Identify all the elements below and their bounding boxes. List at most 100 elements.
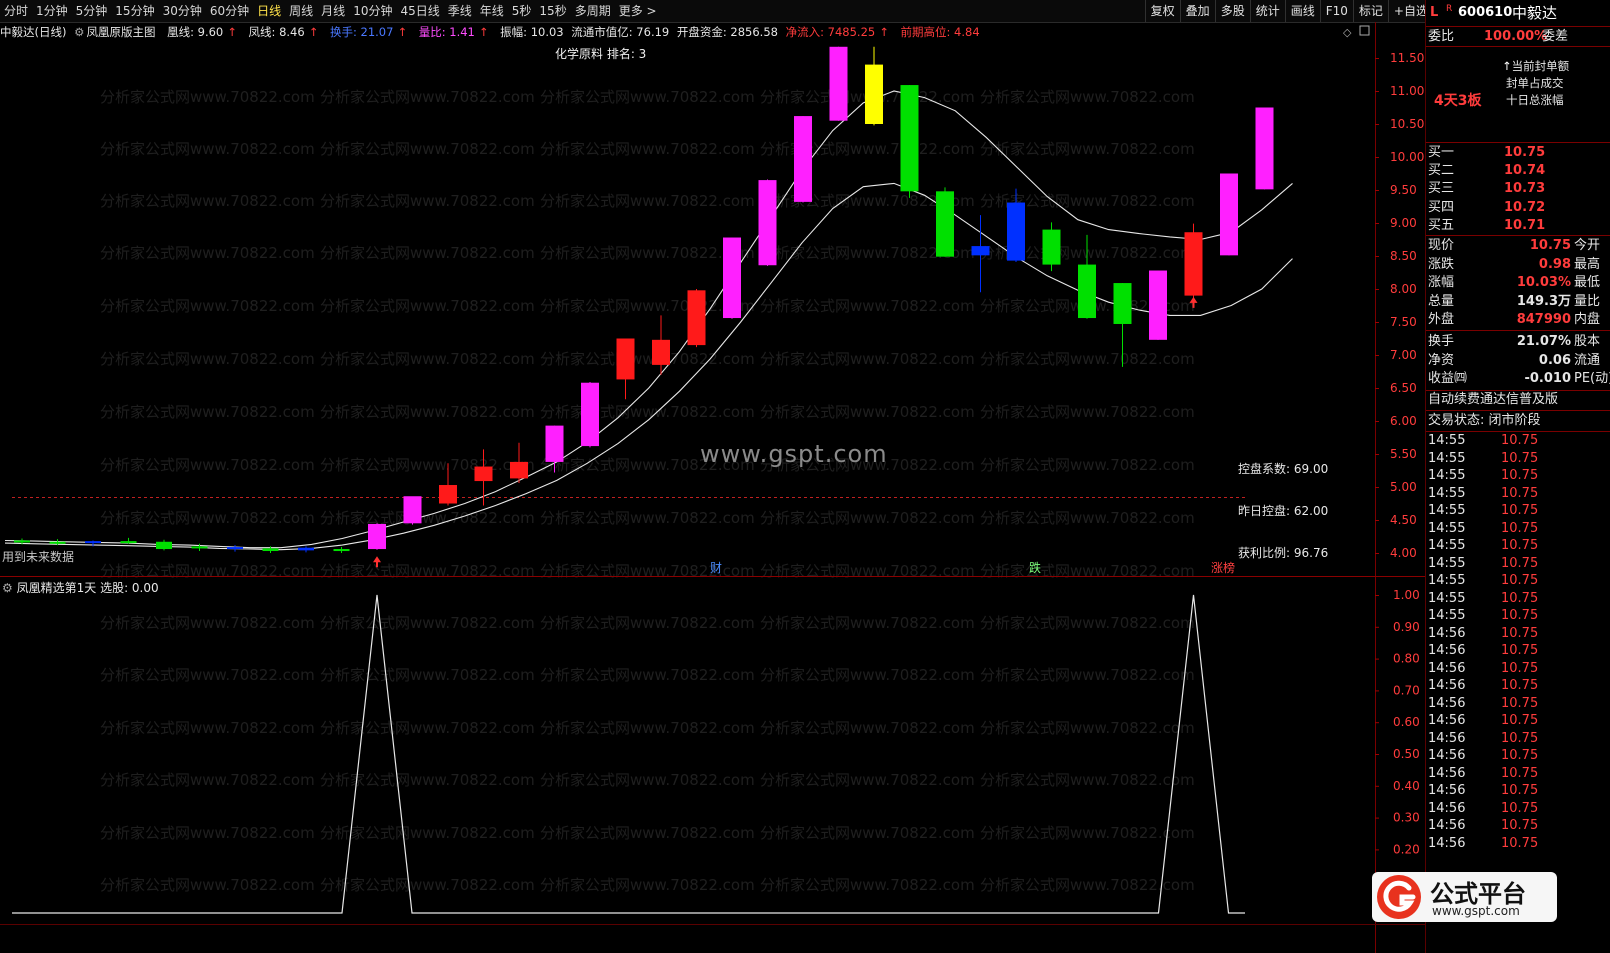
tick-price: 10.75: [1501, 748, 1539, 763]
tick-row: 14:55 10.75: [1426, 485, 1610, 502]
axis-tick: [1375, 322, 1379, 323]
tick-time: 14:55: [1428, 433, 1466, 448]
signal-up-arrow-icon: [1189, 296, 1198, 308]
quote-label: 外盘: [1428, 312, 1455, 328]
marker-die: 跌: [1029, 560, 1041, 575]
tick-row: 14:55 10.75: [1426, 467, 1610, 484]
candle-body: [1149, 270, 1167, 340]
axis-tick: [1375, 157, 1379, 158]
tick-time: 14:55: [1428, 503, 1466, 518]
price-axis-label: 10.00: [1390, 150, 1424, 164]
buy-label: 买四: [1428, 199, 1455, 215]
axis-tick: [1375, 91, 1379, 92]
quote-label: 现价: [1428, 238, 1455, 253]
tick-row: 14:56 10.75: [1426, 695, 1610, 712]
future-data-note: 用到未来数据: [2, 550, 75, 564]
axis-tick: [1375, 595, 1379, 596]
candle-body: [474, 466, 493, 482]
tick-time: 14:55: [1428, 608, 1466, 623]
seal-note-2: 封单占成交: [1506, 76, 1564, 90]
axis-tick: [1375, 421, 1379, 422]
candle-body: [1007, 202, 1025, 261]
kline-chart[interactable]: 11.50 11.00 10.50 10.00 9.50 9.00 8.50 8.00 7.50…: [0, 0, 1425, 953]
candle-body: [1184, 232, 1203, 296]
price-axis-label: 7.00: [1390, 348, 1417, 362]
quote-value: 847990: [1516, 312, 1571, 328]
quote-row-3: 总量 149.3万 量比: [1426, 293, 1610, 311]
sidebar-header: L R 600610 中毅达: [1426, 4, 1610, 22]
quote-extra: 今开: [1574, 238, 1601, 253]
sub-axis-label: 0.20: [1393, 842, 1420, 856]
sub-axis-label: 0.60: [1393, 715, 1420, 729]
candle-body: [1078, 264, 1096, 319]
candle-body: [545, 425, 564, 462]
axis-tick: [1375, 256, 1379, 257]
sub-indicator-title[interactable]: ⚙ 凤凰精选第1天 选股: 0.00: [2, 579, 159, 596]
stock-code[interactable]: 600610: [1458, 4, 1512, 22]
seal-notes: ↑当前封单额 封单占成交 十日总涨幅: [1502, 59, 1570, 107]
stock-name[interactable]: 中毅达: [1512, 4, 1557, 22]
tick-time: 14:55: [1428, 520, 1466, 536]
tick-row: 14:55 10.75: [1426, 520, 1610, 537]
pane-divider: [0, 576, 1425, 577]
axis-tick: [1375, 223, 1379, 224]
quote-extra: 最低: [1574, 275, 1601, 291]
price-axis-label: 4.00: [1390, 546, 1417, 560]
tick-time: 14:55: [1428, 538, 1466, 553]
marker-zhang: 涨榜: [1211, 560, 1235, 575]
quote-extra: 内盘: [1574, 312, 1601, 328]
quote-sidebar: L R 600610 中毅达 委比 100.00% 委差 ↑当前封单额 封单占成…: [1425, 0, 1610, 953]
price-axis-label: 4.50: [1390, 513, 1417, 527]
tick-time: 14:56: [1428, 818, 1466, 833]
buy-price: 10.71: [1504, 217, 1546, 233]
axis-tick: [1375, 849, 1379, 851]
buy-row-3[interactable]: 买三 10.73: [1426, 180, 1610, 198]
status-text: 交易状态: 闭市阶段: [1428, 413, 1541, 428]
quote-row-6: 净资 0.06 流通: [1426, 352, 1610, 370]
tick-price: 10.75: [1501, 433, 1539, 448]
candle-body: [794, 116, 812, 202]
tick-row: 14:55 10.75: [1426, 502, 1610, 519]
tick-price: 10.75: [1501, 538, 1539, 553]
axis-tick: [1375, 754, 1379, 755]
axis-tick: [1375, 58, 1379, 59]
tick-row: 14:55 10.75: [1426, 432, 1610, 449]
brand-logo: 公式平台 www.gspt.com: [1372, 870, 1557, 925]
quote-value: 0.98: [1538, 256, 1571, 272]
tick-row: 14:56 10.75: [1426, 712, 1610, 729]
candle-body: [403, 496, 422, 524]
axis-tick: [1375, 355, 1379, 356]
settings-gear-icon[interactable]: ⚙: [2, 581, 13, 595]
sub-indicator-name: 凤凰精选第1天: [16, 581, 97, 595]
tick-row: 14:55 10.75: [1426, 607, 1610, 624]
tick-time: 14:56: [1428, 625, 1466, 641]
quote-label: 收益㈣: [1428, 371, 1468, 387]
candle-body: [49, 541, 66, 544]
candle-body: [1113, 283, 1132, 324]
tick-price: 10.75: [1501, 485, 1539, 501]
sub-indicator-value: 选股: 0.00: [100, 581, 159, 595]
weibi-value: 100.00%: [1484, 29, 1548, 44]
tick-price: 10.75: [1501, 555, 1539, 571]
tick-row: 14:56 10.75: [1426, 817, 1610, 834]
buy-row-2[interactable]: 买二 10.74: [1426, 162, 1610, 180]
candle-body: [156, 541, 172, 550]
tick-row: 14:56 10.75: [1426, 782, 1610, 799]
candle-body: [829, 46, 848, 121]
tick-row: 14:55 10.75: [1426, 572, 1610, 589]
renew-text[interactable]: 自动续费通达信普及版: [1428, 391, 1558, 409]
candle-body: [936, 191, 954, 257]
candle-body: [687, 290, 706, 346]
buy-row-1[interactable]: 买一 10.75: [1426, 144, 1610, 162]
ma-upper-line: [4, 90, 1293, 549]
weibi-extra: 委差: [1542, 29, 1569, 44]
candle-body: [14, 540, 30, 543]
buy-row-5[interactable]: 买五 10.71: [1426, 217, 1610, 235]
candle-body: [333, 549, 350, 552]
quote-value: 149.3万: [1516, 293, 1571, 309]
tick-price: 10.75: [1501, 643, 1539, 658]
candle-body: [227, 547, 243, 550]
buy-row-4[interactable]: 买四 10.72: [1426, 199, 1610, 217]
quote-label: 总量: [1428, 293, 1455, 309]
axis-tick: [1375, 124, 1379, 125]
